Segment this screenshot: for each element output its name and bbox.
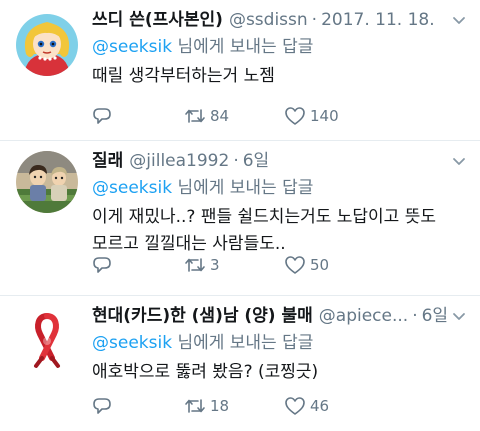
- heart-icon: [284, 106, 306, 126]
- chevron-down-icon[interactable]: [452, 12, 466, 26]
- like-button[interactable]: 46: [284, 394, 384, 418]
- cartoon-scene-avatar[interactable]: [16, 151, 78, 213]
- reply-context: @seeksik 님에게 보내는 답글: [92, 34, 470, 60]
- retweet-icon: [184, 396, 206, 416]
- display-name[interactable]: 질래: [92, 149, 123, 173]
- tweet-actions: 18 46: [92, 394, 470, 418]
- chevron-down-icon[interactable]: [452, 308, 466, 322]
- reply-button[interactable]: [92, 394, 184, 418]
- tweet-header: 쓰디 쓴(프사본인) @ssdissn · 2017. 11. 18.: [92, 8, 470, 32]
- separator-dot: ·: [311, 10, 318, 30]
- tweet-content: 질래 @jillea1992 · 6일 @seeksik 님에게 보내는 답글 …: [92, 149, 470, 258]
- display-name[interactable]: 쓰디 쓴(프사본인): [92, 8, 223, 32]
- retweet-icon: [184, 106, 206, 126]
- retweet-count: 3: [210, 256, 220, 274]
- cartoon-girl-avatar[interactable]: [16, 14, 78, 76]
- user-handle[interactable]: @ssdissn: [229, 8, 308, 32]
- display-name[interactable]: 현대(카드)한 (샘)남 (양) 불매: [92, 304, 313, 328]
- tweet-actions: 3 50: [92, 253, 470, 277]
- reply-context-suffix: 님에게 보내는 답글: [172, 333, 314, 353]
- tweet-timestamp[interactable]: 2017. 11. 18.: [321, 8, 435, 32]
- reply-context-suffix: 님에게 보내는 답글: [172, 178, 314, 198]
- tweet-header: 현대(카드)한 (샘)남 (양) 불매 @apiece... · 6일: [92, 304, 470, 328]
- tweet-timestamp[interactable]: 6일: [243, 149, 269, 173]
- retweet-count: 84: [210, 107, 230, 125]
- separator-dot: ·: [412, 306, 418, 326]
- tweet[interactable]: 쓰디 쓴(프사본인) @ssdissn · 2017. 11. 18. @see…: [0, 0, 480, 141]
- reply-icon: [92, 255, 112, 275]
- chevron-down-icon[interactable]: [452, 153, 466, 167]
- retweet-count: 18: [210, 397, 230, 415]
- tweet-feed: 쓰디 쓴(프사본인) @ssdissn · 2017. 11. 18. @see…: [0, 0, 480, 431]
- tweet-content: 쓰디 쓴(프사본인) @ssdissn · 2017. 11. 18. @see…: [92, 8, 470, 90]
- reply-button[interactable]: [92, 104, 184, 128]
- mention-link[interactable]: @seeksik: [92, 178, 172, 198]
- like-count: 46: [310, 397, 330, 415]
- reply-icon: [92, 106, 112, 126]
- tweet[interactable]: 현대(카드)한 (샘)남 (양) 불매 @apiece... · 6일 @see…: [0, 296, 480, 431]
- reply-context-suffix: 님에게 보내는 답글: [172, 37, 314, 57]
- reply-context: @seeksik 님에게 보내는 답글: [92, 175, 470, 201]
- retweet-button[interactable]: 84: [184, 104, 284, 128]
- tweet-content: 현대(카드)한 (샘)남 (양) 불매 @apiece... · 6일 @see…: [92, 304, 470, 386]
- tweet-timestamp[interactable]: 6일: [422, 304, 448, 328]
- mention-link[interactable]: @seeksik: [92, 333, 172, 353]
- tweet-actions: 84 140: [92, 104, 470, 128]
- red-ribbon-avatar[interactable]: [16, 308, 78, 370]
- retweet-button[interactable]: 18: [184, 394, 284, 418]
- like-count: 50: [310, 256, 330, 274]
- user-handle[interactable]: @jillea1992: [129, 149, 229, 173]
- like-count: 140: [310, 107, 339, 125]
- reply-button[interactable]: [92, 253, 184, 277]
- tweet[interactable]: 질래 @jillea1992 · 6일 @seeksik 님에게 보내는 답글 …: [0, 141, 480, 296]
- retweet-button[interactable]: 3: [184, 253, 284, 277]
- tweet-text: 애호박으로 뚫려 봤음? (코찡긋): [92, 362, 319, 382]
- tweet-header: 질래 @jillea1992 · 6일: [92, 149, 470, 173]
- heart-icon: [284, 255, 306, 275]
- separator-dot: ·: [233, 151, 239, 171]
- tweet-text: 이게 재밌나..? 팬들 쉴드치는거도 노답이고 뜻도 모르고 낄낄대는 사람들…: [92, 207, 437, 254]
- reply-context: @seeksik 님에게 보내는 답글: [92, 330, 470, 356]
- retweet-icon: [184, 255, 206, 275]
- heart-icon: [284, 396, 306, 416]
- tweet-text: 때릴 생각부터하는거 노젬: [92, 66, 275, 86]
- like-button[interactable]: 140: [284, 104, 384, 128]
- reply-icon: [92, 396, 112, 416]
- like-button[interactable]: 50: [284, 253, 384, 277]
- mention-link[interactable]: @seeksik: [92, 37, 172, 57]
- user-handle[interactable]: @apiece...: [319, 304, 408, 328]
